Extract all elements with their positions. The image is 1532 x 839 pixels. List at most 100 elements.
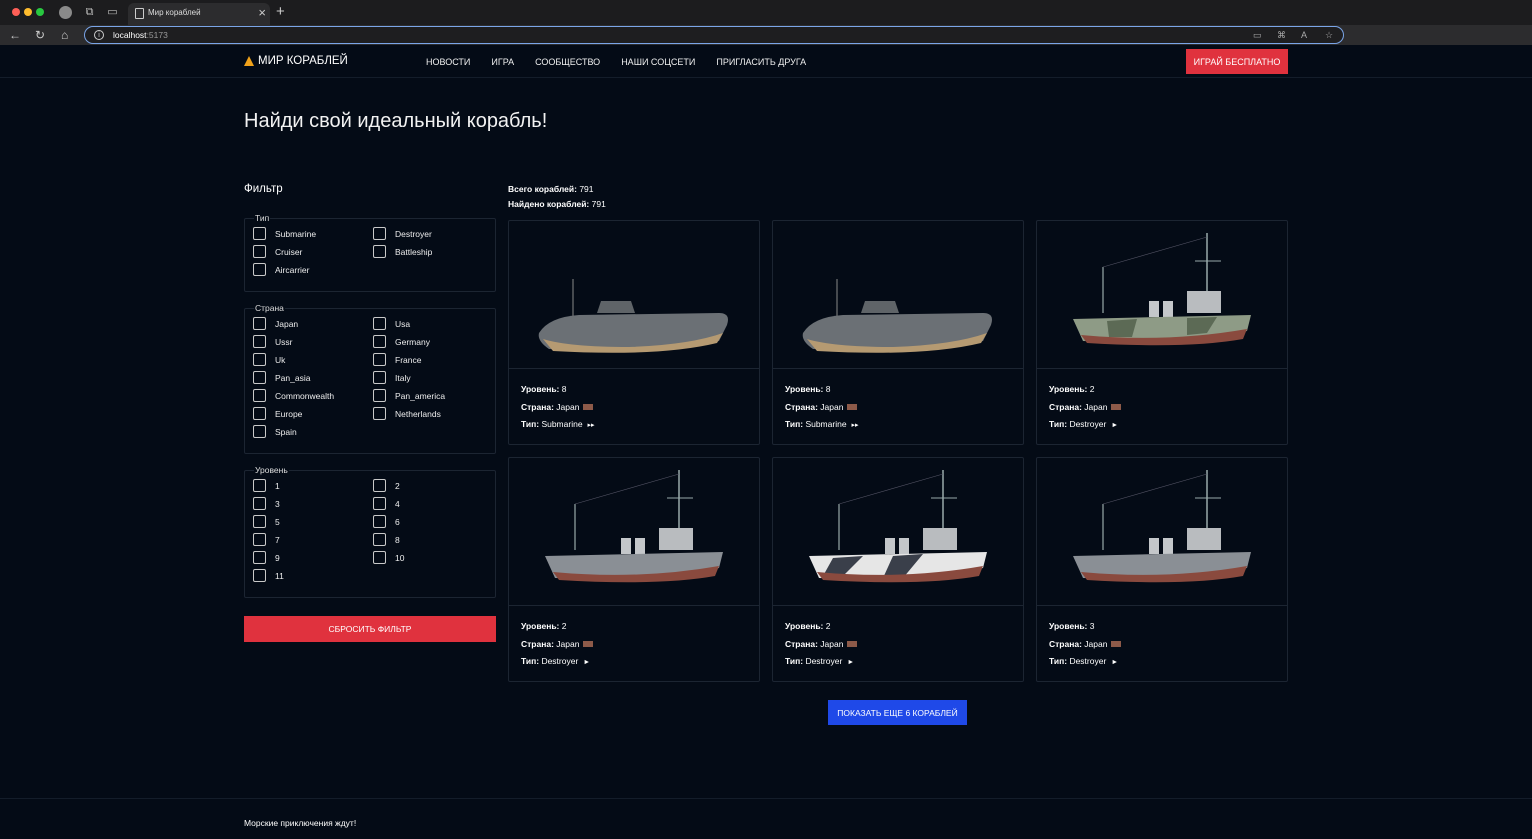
ship-card[interactable]: Уровень: 2 Страна: Japan Тип: Destroyer ►	[772, 457, 1024, 682]
show-more-button[interactable]: ПОКАЗАТЬ ЕЩЕ 6 КОРАБЛЕЙ	[828, 700, 967, 725]
filter-country-option[interactable]: Pan_asia	[253, 371, 373, 384]
filter-country-option[interactable]: Spain	[253, 425, 373, 438]
filter-level-group: Уровень 1 2 3 4 5 6 7 8 9 10 11	[244, 465, 496, 598]
nav-invite-friend[interactable]: ПРИГЛАСИТЬ ДРУГА	[716, 57, 806, 67]
filter-type-option[interactable]: Battleship	[373, 245, 493, 258]
filter-level-option[interactable]: 11	[253, 569, 373, 582]
checkbox[interactable]	[253, 227, 266, 240]
filter-type-option[interactable]: Submarine	[253, 227, 373, 240]
cast-icon[interactable]: ▭	[1253, 29, 1262, 41]
ship-card[interactable]: Уровень: 2 Страна: Japan Тип: Destroyer ►	[1036, 220, 1288, 445]
checkbox[interactable]	[253, 515, 266, 528]
checkbox[interactable]	[373, 227, 386, 240]
close-window-button[interactable]	[12, 8, 20, 16]
checkbox[interactable]	[253, 479, 266, 492]
filter-type-option[interactable]: Destroyer	[373, 227, 493, 240]
bookmark-star-icon[interactable]: ☆	[1325, 29, 1333, 41]
checkbox[interactable]	[253, 371, 266, 384]
minimize-window-button[interactable]	[24, 8, 32, 16]
tab-groups-icon[interactable]: ⧉	[83, 6, 96, 19]
reset-filter-button[interactable]: СБРОСИТЬ ФИЛЬТР	[244, 616, 496, 642]
ship-card[interactable]: Уровень: 2 Страна: Japan Тип: Destroyer ►	[508, 457, 760, 682]
logo[interactable]: МИР КОРАБЛЕЙ	[244, 55, 348, 67]
profile-icon[interactable]	[59, 6, 72, 19]
checkbox[interactable]	[253, 497, 266, 510]
checkbox[interactable]	[373, 515, 386, 528]
address-bar[interactable]: i localhost:5173 ▭ ⌘ A ☆	[84, 26, 1344, 44]
ship-type: Тип: Destroyer ►	[521, 653, 593, 672]
filter-level-option[interactable]: 2	[373, 479, 493, 492]
checkbox[interactable]	[373, 353, 386, 366]
filter-country-option[interactable]: Usa	[373, 317, 493, 330]
checkbox[interactable]	[253, 407, 266, 420]
filter-country-option[interactable]: France	[373, 353, 493, 366]
checkbox[interactable]	[253, 245, 266, 258]
close-tab-icon[interactable]: ×	[258, 5, 266, 21]
checkbox[interactable]	[373, 335, 386, 348]
checkbox[interactable]	[373, 479, 386, 492]
nav-news[interactable]: НОВОСТИ	[426, 57, 470, 67]
play-free-button[interactable]: ИГРАЙ БЕСПЛАТНО	[1186, 49, 1288, 74]
filter-country-option[interactable]: Ussr	[253, 335, 373, 348]
option-label: 10	[395, 552, 405, 563]
filter-type-option[interactable]: Aircarrier	[253, 263, 373, 276]
checkbox[interactable]	[373, 551, 386, 564]
checkbox[interactable]	[253, 425, 266, 438]
filter-level-option[interactable]: 3	[253, 497, 373, 510]
filter-level-option[interactable]: 8	[373, 533, 493, 546]
ship-card[interactable]: Уровень: 3 Страна: Japan Тип: Destroyer ►	[1036, 457, 1288, 682]
filter-title: Фильтр	[244, 183, 283, 195]
filter-country-option[interactable]: Pan_america	[373, 389, 493, 402]
checkbox[interactable]	[253, 551, 266, 564]
new-tab-icon[interactable]: +	[276, 4, 285, 20]
reload-icon[interactable]: ↻	[35, 27, 45, 43]
home-icon[interactable]: ⌂	[61, 27, 68, 43]
back-icon[interactable]: ←	[9, 27, 21, 43]
filter-level-option[interactable]: 7	[253, 533, 373, 546]
checkbox[interactable]	[253, 533, 266, 546]
filter-country-option[interactable]: Commonwealth	[253, 389, 373, 402]
filter-type-option[interactable]: Cruiser	[253, 245, 373, 258]
checkbox[interactable]	[253, 263, 266, 276]
filter-country-option[interactable]: Italy	[373, 371, 493, 384]
checkbox[interactable]	[373, 497, 386, 510]
extensions-icon[interactable]: ⌘	[1277, 29, 1286, 41]
ship-type: Тип: Destroyer ►	[1049, 416, 1121, 435]
filter-level-option[interactable]: 10	[373, 551, 493, 564]
nav-community[interactable]: СООБЩЕСТВО	[535, 57, 600, 67]
checkbox[interactable]	[373, 371, 386, 384]
page-title: Найди свой идеальный корабль!	[244, 110, 548, 132]
nav-socials[interactable]: НАШИ СОЦСЕТИ	[621, 57, 695, 67]
tab-actions-icon[interactable]: ▭	[106, 6, 119, 19]
site-header: МИР КОРАБЛЕЙ НОВОСТИ ИГРА СООБЩЕСТВО НАШ…	[0, 45, 1532, 78]
found-ships: Найдено кораблей: 791	[508, 199, 606, 209]
maximize-window-button[interactable]	[36, 8, 44, 16]
nav-game[interactable]: ИГРА	[491, 57, 514, 67]
filter-country-option[interactable]: Japan	[253, 317, 373, 330]
ship-card[interactable]: Уровень: 8 Страна: Japan Тип: Submarine ▸▸	[508, 220, 760, 445]
checkbox[interactable]	[373, 407, 386, 420]
checkbox[interactable]	[373, 317, 386, 330]
filter-level-option[interactable]: 9	[253, 551, 373, 564]
browser-tab[interactable]: Мир кораблей ×	[128, 3, 270, 25]
checkbox[interactable]	[253, 317, 266, 330]
checkbox[interactable]	[253, 569, 266, 582]
filter-country-option[interactable]: Uk	[253, 353, 373, 366]
filter-country-option[interactable]: Netherlands	[373, 407, 493, 420]
filter-level-option[interactable]: 6	[373, 515, 493, 528]
filter-country-option[interactable]: Germany	[373, 335, 493, 348]
filter-level-option[interactable]: 1	[253, 479, 373, 492]
checkbox[interactable]	[253, 389, 266, 402]
filter-level-option[interactable]: 5	[253, 515, 373, 528]
checkbox[interactable]	[253, 335, 266, 348]
filter-type-group: Тип Submarine Destroyer Cruiser Battleship A…	[244, 213, 496, 292]
checkbox[interactable]	[373, 533, 386, 546]
checkbox[interactable]	[373, 245, 386, 258]
checkbox[interactable]	[253, 353, 266, 366]
checkbox[interactable]	[373, 389, 386, 402]
site-info-icon[interactable]: i	[94, 30, 104, 40]
filter-level-option[interactable]: 4	[373, 497, 493, 510]
read-aloud-icon[interactable]: A	[1301, 29, 1307, 41]
filter-country-option[interactable]: Europe	[253, 407, 373, 420]
ship-card[interactable]: Уровень: 8 Страна: Japan Тип: Submarine ▸▸	[772, 220, 1024, 445]
